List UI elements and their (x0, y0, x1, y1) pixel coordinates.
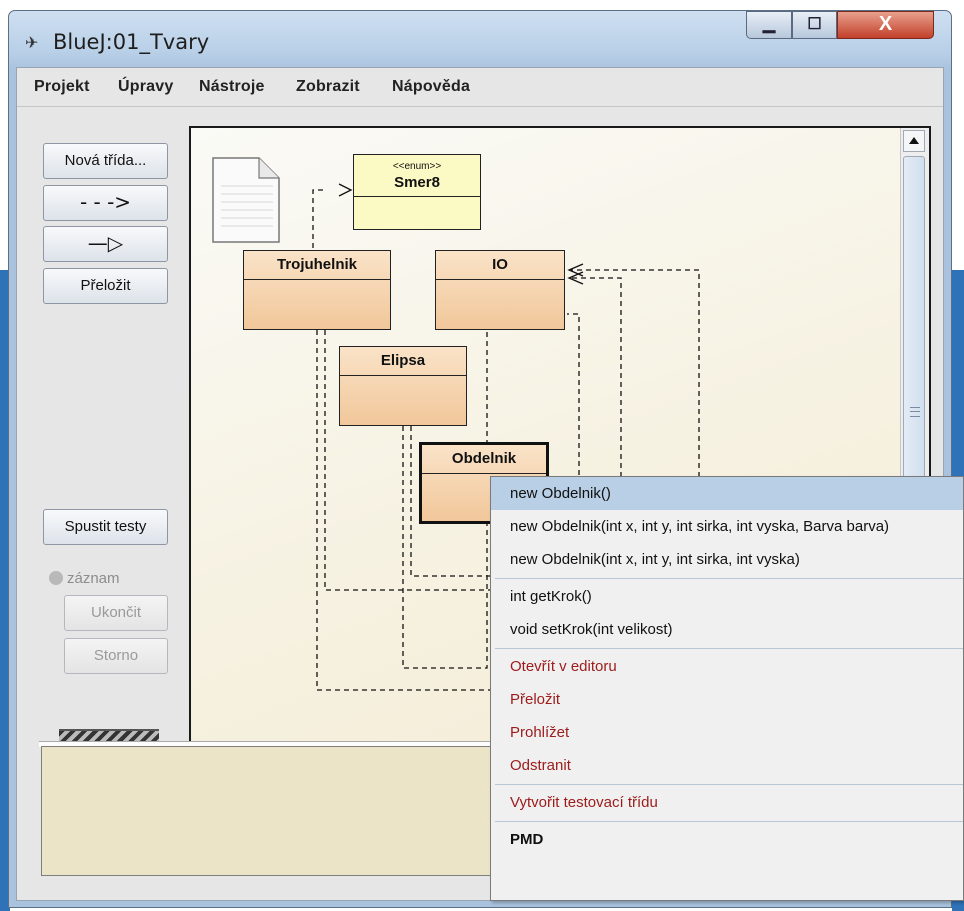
record-dot-icon (49, 571, 63, 585)
dashed-arrow-icon: - - -> (79, 190, 132, 214)
grip-icon (910, 407, 920, 417)
menu-separator (495, 648, 963, 649)
menu-get-krok[interactable]: int getKrok() (491, 580, 963, 613)
window-title: BlueJ:01_Tvary (53, 30, 210, 54)
menu-new-obdelnik-dimensions[interactable]: new Obdelnik(int x, int y, int sirka, in… (491, 543, 963, 576)
menu-upravy[interactable]: Úpravy (118, 78, 173, 96)
close-icon: X (878, 13, 893, 35)
menu-inspect[interactable]: Prohlížet (491, 716, 963, 749)
readme-document-icon[interactable] (211, 156, 281, 244)
menu-separator (495, 578, 963, 579)
close-button[interactable]: X (837, 11, 934, 39)
class-io[interactable]: IO (435, 250, 565, 330)
run-tests-button[interactable]: Spustit testy (43, 509, 168, 545)
new-class-button[interactable]: Nová třída... (43, 143, 168, 179)
menu-separator (495, 784, 963, 785)
class-trojuhelnik-name: Trojuhelnik (244, 251, 390, 280)
uses-arrow-button[interactable]: - - -> (43, 185, 168, 221)
menu-projekt[interactable]: Projekt (34, 78, 90, 96)
maximize-button[interactable]: ☐ (792, 11, 837, 39)
menu-pmd[interactable]: PMD (491, 823, 963, 856)
menu-nastroje[interactable]: Nástroje (199, 78, 265, 96)
menu-create-test-class[interactable]: Vytvořit testovací třídu (491, 786, 963, 819)
arrowhead-smer8 (338, 183, 353, 197)
menu-bar: Projekt Úpravy Nástroje Zobrazit Nápověd… (17, 68, 943, 106)
maximize-icon: ☐ (807, 16, 822, 33)
menu-new-obdelnik-default[interactable]: new Obdelnik() (491, 477, 963, 510)
menu-napoveda[interactable]: Nápověda (392, 78, 470, 96)
class-smer8-header: <<enum>> Smer8 (354, 155, 480, 197)
menu-set-krok[interactable]: void setKrok(int velikost) (491, 613, 963, 646)
record-label: záznam (67, 570, 120, 587)
end-recording-button[interactable]: Ukončit (64, 595, 168, 631)
menu-new-obdelnik-with-color[interactable]: new Obdelnik(int x, int y, int sirka, in… (491, 510, 963, 543)
class-context-menu: new Obdelnik() new Obdelnik(int x, int y… (490, 476, 964, 901)
menu-separator (17, 106, 943, 107)
minimize-button[interactable]: ▁ (746, 11, 792, 39)
menu-zobrazit[interactable]: Zobrazit (296, 78, 360, 96)
class-smer8-name: Smer8 (394, 174, 440, 191)
enum-stereotype: <<enum>> (392, 161, 442, 172)
scroll-up-arrow-icon[interactable] (903, 130, 925, 152)
class-obdelnik-name: Obdelnik (422, 445, 546, 474)
compile-button[interactable]: Přeložit (43, 268, 168, 304)
class-elipsa[interactable]: Elipsa (339, 346, 467, 426)
menu-separator (495, 821, 963, 822)
title-bar[interactable]: ✈ BlueJ:01_Tvary ▁ ☐ X (9, 11, 951, 67)
menu-remove[interactable]: Odstranit (491, 749, 963, 782)
inheritance-arrow-icon: —▷ (87, 231, 124, 255)
class-io-name: IO (436, 251, 564, 280)
inheritance-arrow-button[interactable]: —▷ (43, 226, 168, 262)
menu-compile[interactable]: Přeložit (491, 683, 963, 716)
cancel-recording-button[interactable]: Storno (64, 638, 168, 674)
menu-open-in-editor[interactable]: Otevřít v editoru (491, 650, 963, 683)
minimize-icon: ▁ (762, 16, 776, 33)
class-elipsa-name: Elipsa (340, 347, 466, 376)
trojuhelnik-to-smer8-link (312, 189, 327, 248)
record-indicator: záznam (49, 570, 120, 587)
bluej-bird-icon: ✈ (25, 35, 39, 52)
class-trojuhelnik[interactable]: Trojuhelnik (243, 250, 391, 330)
class-smer8[interactable]: <<enum>> Smer8 (353, 154, 481, 230)
